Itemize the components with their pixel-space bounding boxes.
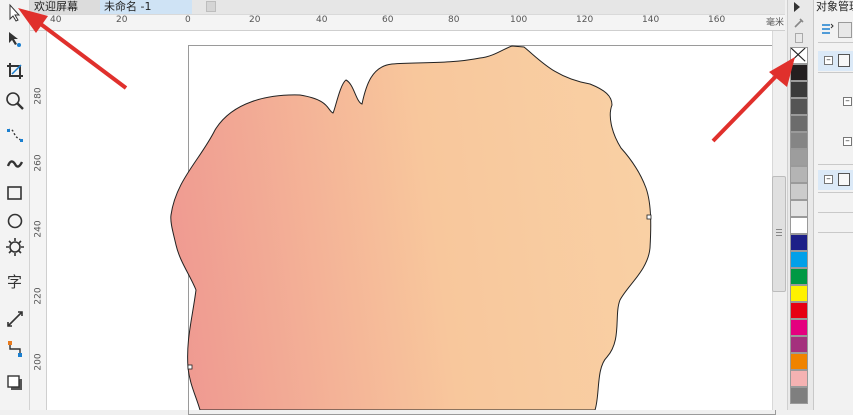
- gradient-filled-shape[interactable]: [170, 45, 652, 410]
- color-swatch[interactable]: [790, 64, 808, 81]
- gradient-shape-layer: [170, 45, 652, 410]
- collapse-icon[interactable]: –: [824, 175, 833, 184]
- color-swatch[interactable]: [790, 217, 808, 234]
- no-color-swatch[interactable]: [790, 47, 808, 64]
- color-swatch[interactable]: [790, 234, 808, 251]
- color-swatch[interactable]: [790, 336, 808, 353]
- color-swatch[interactable]: [790, 251, 808, 268]
- layer-manager-view-icon[interactable]: [820, 22, 834, 38]
- eyedropper-icon[interactable]: [793, 17, 805, 29]
- layer-options-icon[interactable]: [838, 22, 852, 38]
- color-swatch[interactable]: [790, 115, 808, 132]
- scrollbar-thumb[interactable]: [772, 176, 786, 292]
- color-swatch[interactable]: [790, 149, 808, 166]
- palette-scroll-up-icon[interactable]: [795, 33, 803, 43]
- page-row[interactable]: –: [818, 51, 853, 71]
- color-swatch[interactable]: [790, 132, 808, 149]
- color-swatch[interactable]: [790, 370, 808, 387]
- collapse-icon[interactable]: –: [843, 97, 852, 106]
- color-swatch[interactable]: [790, 200, 808, 217]
- color-swatch[interactable]: [790, 319, 808, 336]
- page-icon: [838, 54, 850, 67]
- master-page-row[interactable]: –: [818, 170, 853, 190]
- color-swatch[interactable]: [790, 98, 808, 115]
- color-swatch[interactable]: [790, 285, 808, 302]
- color-swatch[interactable]: [790, 353, 808, 370]
- docker-title: 对象管理器: [816, 0, 853, 13]
- color-swatch[interactable]: [790, 183, 808, 200]
- color-swatch[interactable]: [790, 81, 808, 98]
- color-swatch[interactable]: [790, 302, 808, 319]
- collapse-icon[interactable]: –: [843, 137, 852, 146]
- palette-flyout-arrow-icon[interactable]: [794, 2, 800, 12]
- color-swatch[interactable]: [790, 387, 808, 404]
- page-icon: [838, 173, 850, 186]
- node-handle[interactable]: [646, 214, 652, 220]
- color-swatch[interactable]: [790, 268, 808, 285]
- collapse-icon[interactable]: –: [824, 56, 833, 65]
- color-swatch[interactable]: [790, 166, 808, 183]
- node-handle[interactable]: [187, 364, 193, 370]
